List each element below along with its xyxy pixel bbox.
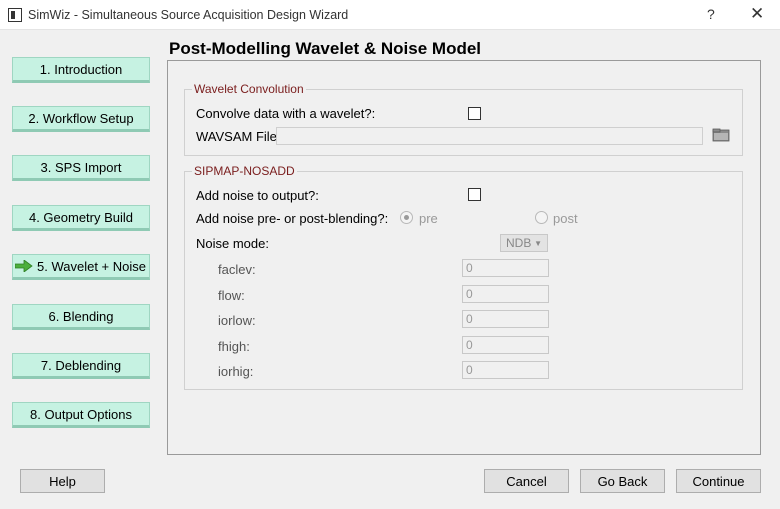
continue-button[interactable]: Continue <box>676 469 761 493</box>
nav-item-workflow-setup[interactable]: 2. Workflow Setup <box>12 106 150 132</box>
page-title: Post-Modelling Wavelet & Noise Model <box>169 39 482 58</box>
convolve-checkbox[interactable] <box>468 107 481 120</box>
folder-icon[interactable] <box>712 128 730 142</box>
arrow-right-icon <box>15 260 33 272</box>
title-bar: SimWiz - Simultaneous Source Acquisition… <box>0 0 780 30</box>
help-button-label: Help <box>49 473 76 489</box>
nav-item-sps-import[interactable]: 3. SPS Import <box>12 155 150 181</box>
wavsam-label: WAVSAM File: <box>196 129 281 144</box>
nav-item-label: 1. Introduction <box>39 61 123 77</box>
convolve-label: Convolve data with a wavelet?: <box>196 106 376 121</box>
cancel-button-label: Cancel <box>506 473 547 489</box>
continue-button-label: Continue <box>692 473 745 489</box>
noise-mode-select[interactable]: NDB ▼ <box>500 234 548 252</box>
noise-group-title: SIPMAP-NOSADD <box>192 164 297 178</box>
nav-item-label: 8. Output Options <box>30 406 132 422</box>
nav-item-blending[interactable]: 6. Blending <box>12 304 150 330</box>
pre-radio-label: pre <box>419 211 438 226</box>
nav-item-label: 3. SPS Import <box>40 159 122 175</box>
pre-post-label: Add noise pre- or post-blending?: <box>196 211 389 226</box>
nav-item-deblending[interactable]: 7. Deblending <box>12 353 150 379</box>
cancel-button[interactable]: Cancel <box>484 469 569 493</box>
fhigh-label: fhigh: <box>218 339 250 354</box>
nav-item-geometry-build[interactable]: 4. Geometry Build <box>12 205 150 231</box>
app-icon <box>8 8 22 22</box>
nav-item-label: 2. Workflow Setup <box>28 110 134 126</box>
faclev-label: faclev: <box>218 262 256 277</box>
flow-input[interactable]: 0 <box>462 285 549 303</box>
chevron-down-icon: ▼ <box>534 239 542 248</box>
help-icon[interactable]: ? <box>707 6 715 22</box>
close-icon[interactable]: ✕ <box>750 4 764 24</box>
nav-item-wavelet-noise[interactable]: 5. Wavelet + Noise <box>12 254 150 280</box>
wavelet-group-title: Wavelet Convolution <box>192 82 306 96</box>
iorhig-input[interactable]: 0 <box>462 361 549 379</box>
nav-item-introduction[interactable]: 1. Introduction <box>12 57 150 83</box>
iorhig-label: iorhig: <box>218 364 254 379</box>
go-back-button[interactable]: Go Back <box>580 469 665 493</box>
add-noise-checkbox[interactable] <box>468 188 481 201</box>
nav-item-label: 7. Deblending <box>40 357 122 373</box>
noise-mode-label: Noise mode: <box>196 236 269 251</box>
iorlow-label: iorlow: <box>218 313 256 328</box>
wavsam-file-input[interactable] <box>276 127 703 145</box>
fhigh-input[interactable]: 0 <box>462 336 549 354</box>
pre-radio[interactable] <box>400 211 413 224</box>
flow-label: flow: <box>218 288 245 303</box>
add-noise-label: Add noise to output?: <box>196 188 319 203</box>
nav-item-label: 5. Wavelet + Noise <box>37 258 146 274</box>
noise-mode-value: NDB <box>506 236 532 250</box>
sipmap-nosadd-group <box>184 171 743 390</box>
window-title: SimWiz - Simultaneous Source Acquisition… <box>28 8 349 22</box>
go-back-button-label: Go Back <box>597 473 648 489</box>
post-radio[interactable] <box>535 211 548 224</box>
wavelet-convolution-group <box>184 89 743 156</box>
iorlow-input[interactable]: 0 <box>462 310 549 328</box>
nav-item-label: 4. Geometry Build <box>28 209 134 225</box>
post-radio-label: post <box>553 211 578 226</box>
nav-item-label: 6. Blending <box>48 308 114 324</box>
help-button[interactable]: Help <box>20 469 105 493</box>
nav-item-output-options[interactable]: 8. Output Options <box>12 402 150 428</box>
faclev-input[interactable]: 0 <box>462 259 549 277</box>
